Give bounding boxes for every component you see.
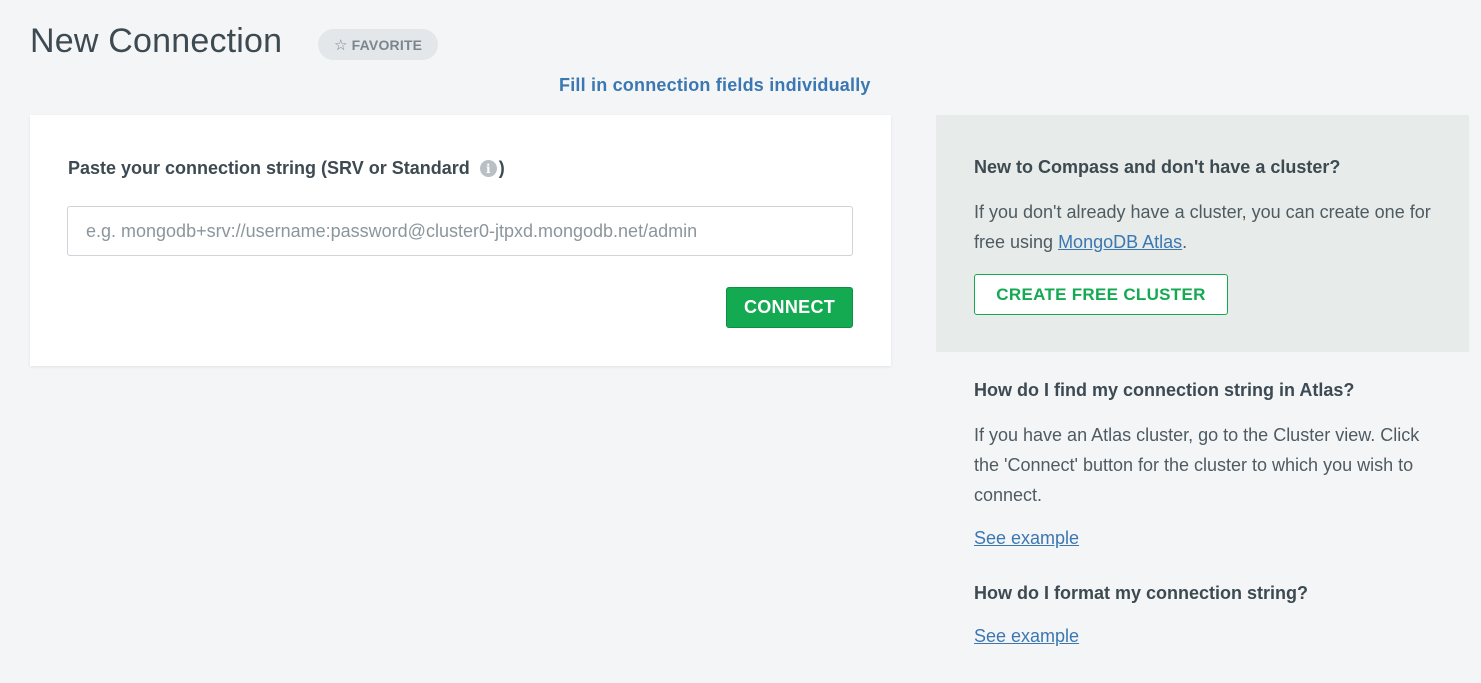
connection-string-label-text: Paste your connection string (SRV or Sta… — [68, 158, 470, 178]
info-icon[interactable]: i — [479, 160, 497, 177]
find-string-see-example-link[interactable]: See example — [974, 528, 1079, 549]
page-title: New Connection — [30, 22, 283, 60]
format-string-see-example-link[interactable]: See example — [974, 626, 1079, 647]
connect-button[interactable]: CONNECT — [726, 287, 853, 328]
mongodb-atlas-link[interactable]: MongoDB Atlas — [1058, 232, 1182, 252]
new-connection-page: New Connection ☆ FAVORITE Fill in connec… — [0, 0, 1481, 683]
new-cluster-text-end: . — [1182, 232, 1188, 252]
favorite-button[interactable]: ☆ FAVORITE — [318, 29, 439, 60]
find-string-heading: How do I find my connection string in At… — [974, 380, 1355, 400]
star-outline-icon: ☆ — [334, 36, 348, 54]
format-string-heading: How do I format my connection string? — [974, 583, 1309, 603]
connection-string-label-suffix: ) — [498, 158, 505, 178]
connection-string-input[interactable] — [67, 206, 853, 256]
new-cluster-heading: New to Compass and don't have a cluster? — [974, 157, 1341, 177]
connection-string-card: Paste your connection string (SRV or Sta… — [30, 115, 891, 366]
new-cluster-text: If you don't already have a cluster, you… — [974, 197, 1444, 257]
find-string-text: If you have an Atlas cluster, go to the … — [974, 425, 1420, 505]
connection-string-label: Paste your connection string (SRV or Sta… — [68, 158, 505, 179]
new-cluster-text-body: If you don't already have a cluster, you… — [974, 202, 1431, 252]
create-free-cluster-button[interactable]: CREATE FREE CLUSTER — [974, 274, 1228, 315]
favorite-label: FAVORITE — [351, 36, 423, 53]
fill-fields-individually-link[interactable]: Fill in connection fields individually — [559, 75, 871, 96]
